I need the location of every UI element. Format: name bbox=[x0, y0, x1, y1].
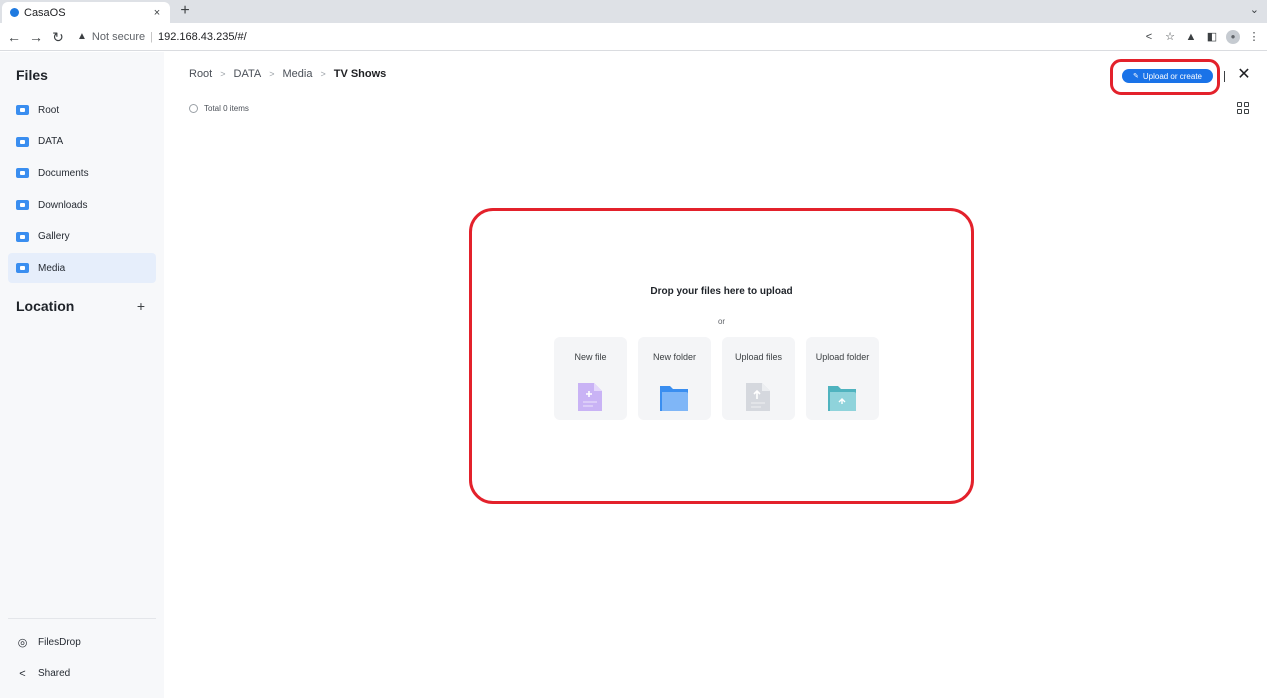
sidebar-item-label: Documents bbox=[38, 167, 89, 179]
sidebar-item-gallery[interactable]: Gallery bbox=[8, 222, 156, 252]
share-icon: < bbox=[19, 667, 26, 680]
highlight-annotation-upload bbox=[1110, 59, 1220, 95]
location-heading: Location bbox=[16, 298, 75, 314]
close-icon[interactable]: ✕ bbox=[1236, 65, 1252, 85]
files-heading: Files bbox=[16, 67, 48, 83]
sidebar-item-label: Downloads bbox=[38, 199, 88, 211]
tab-search-icon[interactable]: ⌄ bbox=[1250, 3, 1259, 16]
sidebar-item-filesdrop[interactable]: ◎ FilesDrop bbox=[8, 627, 156, 657]
sidebar: Files Root DATA Documents Downloads Gall… bbox=[0, 52, 164, 698]
new-folder-icon bbox=[660, 386, 688, 411]
breadcrumb-item-media[interactable]: Media bbox=[283, 68, 313, 80]
sidebar-divider bbox=[8, 618, 156, 619]
gallery-folder-icon bbox=[16, 231, 29, 242]
forward-icon[interactable]: → bbox=[25, 26, 47, 48]
sidebar-item-media[interactable]: Media bbox=[8, 253, 156, 284]
share-page-icon[interactable]: < bbox=[1142, 26, 1156, 48]
card-label: Upload files bbox=[734, 352, 783, 362]
side-panel-icon[interactable]: ◧ bbox=[1205, 26, 1219, 48]
upload-files-card[interactable]: Upload files bbox=[722, 337, 795, 420]
card-label: New file bbox=[574, 352, 607, 362]
breadcrumb-item-root[interactable]: Root bbox=[189, 68, 212, 80]
card-label: New folder bbox=[652, 352, 697, 362]
browser-toolbar: ← → ↻ ▲ Not secure | 192.168.43.235/#/ <… bbox=[0, 23, 1267, 51]
close-tab-icon[interactable]: × bbox=[150, 7, 164, 19]
warning-icon: ▲ bbox=[77, 31, 87, 42]
sidebar-bottom-list: ◎ FilesDrop < Shared bbox=[8, 627, 156, 690]
upload-folder-icon bbox=[828, 386, 856, 411]
media-folder-icon bbox=[16, 263, 29, 274]
toolbar-actions: < ☆ ▲ ◧ ● ⋮ bbox=[1142, 26, 1261, 48]
upload-file-icon bbox=[746, 383, 770, 411]
bookmark-star-icon[interactable]: ☆ bbox=[1163, 26, 1177, 48]
reload-icon[interactable]: ↻ bbox=[47, 26, 69, 48]
url-separator: | bbox=[150, 30, 153, 43]
profile-avatar-icon[interactable]: ● bbox=[1226, 30, 1240, 44]
sidebar-item-documents[interactable]: Documents bbox=[8, 158, 156, 188]
sidebar-folder-list: Root DATA Documents Downloads Gallery Me… bbox=[8, 95, 156, 285]
breadcrumb: Root > DATA > Media > TV Shows bbox=[189, 68, 386, 80]
sidebar-item-label: Media bbox=[38, 262, 66, 274]
drop-zone-or: or bbox=[717, 317, 726, 326]
breadcrumb-current: TV Shows bbox=[333, 68, 387, 80]
sidebar-item-downloads[interactable]: Downloads bbox=[8, 190, 156, 220]
breadcrumb-separator: > bbox=[220, 69, 226, 79]
casaos-favicon-icon bbox=[10, 8, 19, 17]
add-location-icon[interactable]: + bbox=[134, 298, 148, 314]
new-tab-button[interactable]: + bbox=[176, 2, 194, 20]
filesdrop-icon: ◎ bbox=[17, 636, 28, 649]
root-folder-icon bbox=[16, 105, 29, 115]
drop-zone[interactable]: Drop your files here to upload or New fi… bbox=[469, 208, 974, 504]
create-options: New file New folder Upload files Upload … bbox=[554, 337, 879, 420]
breadcrumb-item-data[interactable]: DATA bbox=[234, 68, 262, 80]
breadcrumb-separator: > bbox=[269, 69, 275, 79]
sidebar-item-label: Shared bbox=[38, 668, 71, 680]
sidebar-item-label: FilesDrop bbox=[38, 636, 81, 648]
labs-flask-icon[interactable]: ▲ bbox=[1184, 26, 1198, 48]
data-folder-icon bbox=[16, 136, 29, 147]
new-folder-card[interactable]: New folder bbox=[638, 337, 711, 420]
back-icon[interactable]: ← bbox=[3, 26, 25, 48]
browser-menu-icon[interactable]: ⋮ bbox=[1247, 26, 1261, 48]
breadcrumb-separator: > bbox=[320, 69, 326, 79]
browser-tab[interactable]: CasaOS × bbox=[2, 2, 170, 23]
grid-view-icon[interactable] bbox=[1237, 102, 1249, 114]
documents-folder-icon bbox=[16, 168, 29, 179]
address-bar[interactable]: ▲ Not secure | 192.168.43.235/#/ bbox=[77, 26, 247, 48]
downloads-folder-icon bbox=[16, 200, 29, 211]
sidebar-item-label: DATA bbox=[38, 136, 64, 148]
location-section: Location + bbox=[16, 298, 148, 314]
sidebar-item-label: Root bbox=[38, 104, 60, 116]
tab-title: CasaOS bbox=[24, 6, 66, 19]
sidebar-item-label: Gallery bbox=[38, 231, 70, 243]
security-label: Not secure bbox=[91, 30, 146, 43]
url-text: 192.168.43.235/#/ bbox=[157, 30, 247, 43]
new-file-card[interactable]: New file bbox=[554, 337, 627, 420]
upload-folder-card[interactable]: Upload folder bbox=[806, 337, 879, 420]
total-items-label: Total 0 items bbox=[204, 104, 249, 113]
new-file-icon bbox=[578, 383, 602, 411]
card-label: Upload folder bbox=[815, 352, 870, 362]
sidebar-item-data[interactable]: DATA bbox=[8, 127, 156, 157]
browser-tab-bar: CasaOS × + ⌄ bbox=[0, 0, 1267, 23]
file-browser-main: Root > DATA > Media > TV Shows Total 0 i… bbox=[164, 52, 1267, 698]
header-divider bbox=[1224, 71, 1225, 82]
sidebar-item-shared[interactable]: < Shared bbox=[8, 659, 156, 689]
select-all-row: Total 0 items bbox=[189, 104, 249, 113]
sidebar-item-root[interactable]: Root bbox=[8, 95, 156, 125]
select-all-radio[interactable] bbox=[189, 104, 198, 113]
drop-zone-title: Drop your files here to upload bbox=[650, 286, 793, 297]
